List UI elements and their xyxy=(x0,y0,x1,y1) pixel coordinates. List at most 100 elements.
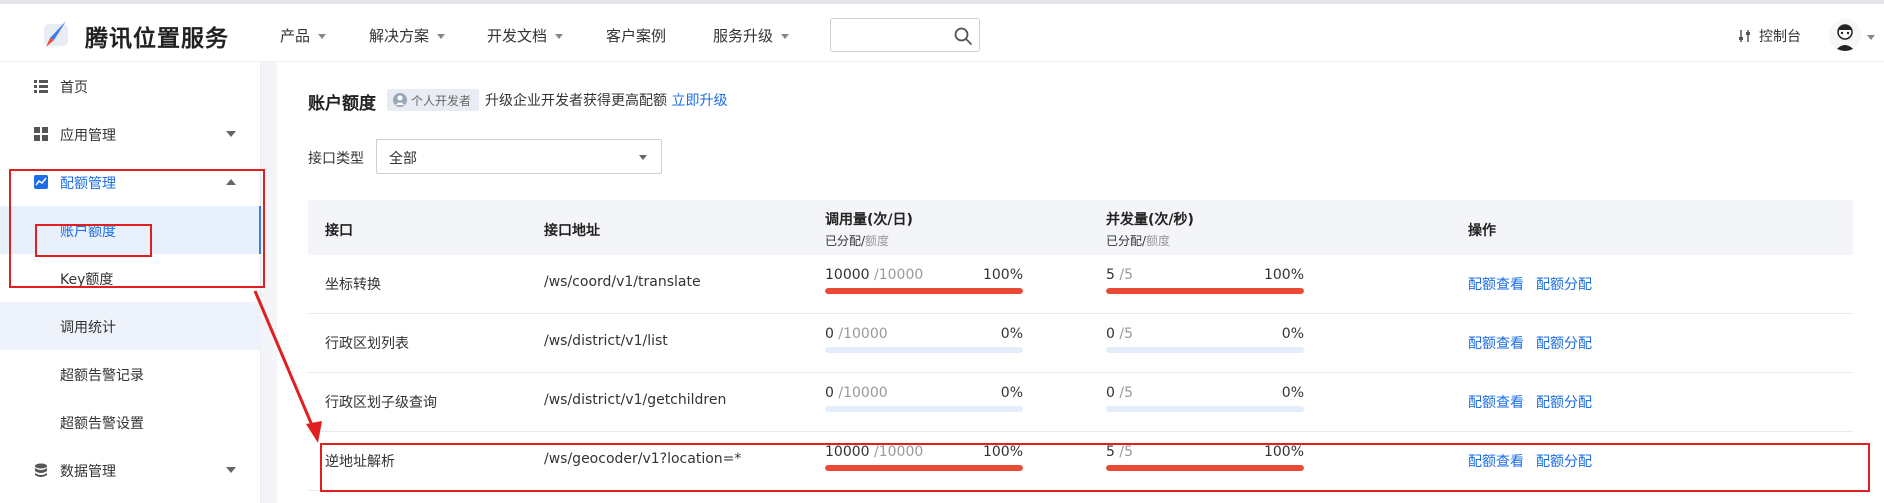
chevron-down-icon xyxy=(555,34,564,39)
sidebar-item-home[interactable]: 首页 xyxy=(0,62,261,110)
logo-icon[interactable] xyxy=(40,18,72,50)
chevron-down-icon[interactable] xyxy=(1867,35,1875,40)
table-row: 逆地址解析 /ws/geocoder/v1?location=* 10000 /… xyxy=(308,432,1853,491)
filter-label: 接口类型 xyxy=(308,151,364,167)
quota-view-link[interactable]: 配额查看 xyxy=(1468,451,1524,471)
concurrency-progress-bar xyxy=(1106,288,1304,294)
conc-total: /5 xyxy=(1119,444,1133,460)
list-icon xyxy=(34,80,48,93)
conc-total: /5 xyxy=(1119,326,1133,342)
brand-name[interactable]: 腾讯位置服务 xyxy=(85,19,229,53)
calls-used: 10000 xyxy=(825,267,870,283)
quota-allocate-link[interactable]: 配额分配 xyxy=(1536,451,1592,471)
sidebar-item-key-quota[interactable]: Key额度 xyxy=(0,254,261,302)
sidebar-item-account-quota[interactable]: 账户额度 xyxy=(0,206,261,254)
chevron-down-icon xyxy=(639,155,647,160)
table-row: 行政区划列表 /ws/district/v1/list 0 /10000 0% … xyxy=(308,314,1853,373)
database-icon xyxy=(35,463,47,477)
calls-used: 0 xyxy=(825,326,834,342)
calls-progress-fill xyxy=(825,465,1023,471)
sidebar-item-label: 数据管理 xyxy=(60,464,116,480)
calls-total: /10000 xyxy=(874,444,924,460)
quota-view-link[interactable]: 配额查看 xyxy=(1468,333,1524,353)
concurrency-usage: 0 /5 xyxy=(1106,385,1133,401)
quota-view-link[interactable]: 配额查看 xyxy=(1468,274,1524,294)
sidebar-item-quota[interactable]: 配额管理 xyxy=(0,158,261,206)
conc-used: 5 xyxy=(1106,444,1115,460)
main-content: 账户额度 个人开发者 升级企业开发者获得更高配额 立即升级 接口类型 全部 接口… xyxy=(277,62,1884,503)
calls-percent: 100% xyxy=(982,444,1023,460)
api-name: 行政区划子级查询 xyxy=(325,395,437,411)
nav-label: 服务升级 xyxy=(713,27,774,45)
page-title: 账户额度 xyxy=(308,94,376,114)
concurrency-progress-bar xyxy=(1106,465,1304,471)
quota-label: 额度 xyxy=(1146,234,1171,248)
table-header: 接口 接口地址 调用量(次/日) 已分配/额度 并发量(次/秒) 已分配/额度 … xyxy=(308,200,1853,255)
calls-usage: 10000 /10000 xyxy=(825,267,923,283)
search-box xyxy=(830,18,980,52)
console-label: 控制台 xyxy=(1759,29,1801,45)
quota-allocate-link[interactable]: 配额分配 xyxy=(1536,333,1592,353)
sidebar-item-label: 应用管理 xyxy=(60,128,116,144)
sidebar-item-label: 调用统计 xyxy=(60,320,116,336)
sidebar-item-data[interactable]: 数据管理 xyxy=(0,446,261,494)
calls-progress-bar xyxy=(825,406,1023,412)
conc-used: 0 xyxy=(1106,385,1115,401)
calls-progress-bar xyxy=(825,465,1023,471)
chevron-up-icon xyxy=(226,179,236,185)
calls-percent: 0% xyxy=(1000,326,1023,342)
nav-label: 产品 xyxy=(280,27,311,45)
search-icon[interactable] xyxy=(953,26,973,46)
sidebar-item-overage-records[interactable]: 超额告警记录 xyxy=(0,350,261,398)
nav-products[interactable]: 产品 xyxy=(280,25,327,46)
concurrency-usage: 0 /5 xyxy=(1106,326,1133,342)
upgrade-tip-text: 升级企业开发者获得更高配额 xyxy=(485,93,667,109)
nav-docs[interactable]: 开发文档 xyxy=(487,25,564,46)
api-address: /ws/geocoder/v1?location=* xyxy=(544,451,742,467)
sidebar-item-call-stats[interactable]: 调用统计 xyxy=(0,302,261,350)
allocated-label: 已分配/ xyxy=(825,234,866,248)
sidebar-item-label: 超额告警设置 xyxy=(60,416,144,432)
sidebar-item-label: 配额管理 xyxy=(60,176,116,192)
badge-label: 个人开发者 xyxy=(411,93,472,108)
concurrency-progress-bar xyxy=(1106,406,1304,412)
calls-used: 10000 xyxy=(825,444,870,460)
conc-total: /5 xyxy=(1119,385,1133,401)
api-name: 行政区划列表 xyxy=(325,336,409,352)
concurrency-usage: 5 /5 xyxy=(1106,444,1133,460)
chevron-down-icon xyxy=(437,34,446,39)
header-concurrency-sub: 已分配/额度 xyxy=(1106,232,1170,249)
avatar[interactable] xyxy=(1829,19,1861,51)
sidebar-item-overage-settings[interactable]: 超额告警设置 xyxy=(0,398,261,446)
chevron-down-icon xyxy=(226,131,236,137)
quota-allocate-link[interactable]: 配额分配 xyxy=(1536,274,1592,294)
nav-solutions[interactable]: 解决方案 xyxy=(369,25,446,46)
nav-cases[interactable]: 客户案例 xyxy=(606,25,666,46)
table-row: 行政区划子级查询 /ws/district/v1/getchildren 0 /… xyxy=(308,373,1853,432)
calls-usage: 0 /10000 xyxy=(825,385,888,401)
upgrade-link[interactable]: 立即升级 xyxy=(671,93,727,109)
header-calls-sub: 已分配/额度 xyxy=(825,232,889,249)
calls-usage: 0 /10000 xyxy=(825,326,888,342)
console-link[interactable]: 控制台 xyxy=(1737,26,1801,46)
upgrade-tip: 升级企业开发者获得更高配额 立即升级 xyxy=(485,90,727,110)
api-type-select[interactable]: 全部 xyxy=(376,139,662,174)
select-value: 全部 xyxy=(389,151,417,167)
header-concurrency: 并发量(次/秒) xyxy=(1106,212,1194,228)
api-address: /ws/district/v1/list xyxy=(544,333,668,349)
search-input[interactable] xyxy=(839,19,951,51)
concurrency-progress-fill xyxy=(1106,288,1304,294)
user-icon xyxy=(393,93,407,107)
quota-view-link[interactable]: 配额查看 xyxy=(1468,392,1524,412)
calls-progress-fill xyxy=(825,288,1023,294)
concurrency-percent: 0% xyxy=(1281,326,1304,342)
sidebar-item-apps[interactable]: 应用管理 xyxy=(0,110,261,158)
developer-badge: 个人开发者 xyxy=(387,89,480,111)
header-api: 接口 xyxy=(325,223,353,239)
concurrency-progress-bar xyxy=(1106,347,1304,353)
calls-percent: 0% xyxy=(1000,385,1023,401)
nav-label: 开发文档 xyxy=(487,27,548,45)
api-name: 坐标转换 xyxy=(325,277,381,293)
nav-upgrade[interactable]: 服务升级 xyxy=(713,25,790,46)
quota-allocate-link[interactable]: 配额分配 xyxy=(1536,392,1592,412)
